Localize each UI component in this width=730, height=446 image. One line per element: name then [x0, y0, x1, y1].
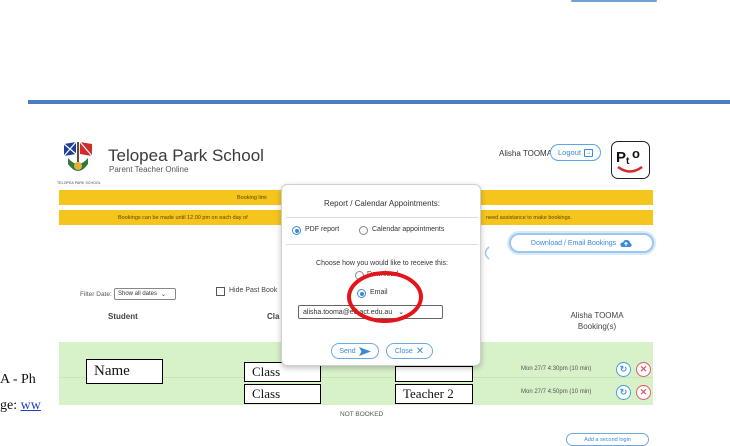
document-link[interactable]: ww — [21, 398, 41, 413]
document-divider — [28, 100, 730, 104]
column-header-class: Cla — [267, 312, 280, 321]
name-label-box: Name — [86, 359, 163, 384]
svg-text:P: P — [616, 149, 626, 166]
calendar-appointments-radio[interactable] — [359, 226, 368, 235]
logout-button[interactable]: Logout → — [550, 144, 601, 161]
filter-date-label: Filter Date: — [80, 291, 112, 298]
modal-divider — [286, 244, 478, 245]
add-second-login-button[interactable]: Add a second login — [566, 433, 649, 446]
pdf-report-radio[interactable] — [292, 226, 301, 235]
school-subtitle: Parent Teacher Online — [109, 165, 189, 174]
pdf-report-label[interactable]: PDF report — [305, 226, 339, 233]
hide-past-label: Hide Past Book — [229, 287, 278, 294]
pto-logo-glyph: P t o — [616, 146, 643, 173]
download-email-bookings-button[interactable]: Download / Email Bookings — [509, 233, 654, 253]
send-button[interactable]: Send — [331, 343, 379, 359]
svg-text:o: o — [632, 146, 640, 161]
column-header-student: Student — [108, 312, 138, 321]
chevron-down-icon: ⌄ — [161, 291, 167, 298]
modal-divider — [286, 217, 478, 218]
close-icon: ✕ — [639, 387, 648, 397]
pto-app-logo: P t o — [611, 141, 650, 179]
logout-icon: → — [583, 148, 593, 157]
refresh-icon: ↻ — [619, 364, 628, 374]
teacher-label-box: Teacher 2 — [395, 384, 473, 404]
document-text-line-1: A - Ph — [0, 372, 36, 387]
not-booked-label: NOT BOOKED — [340, 411, 384, 418]
delivery-method-prompt: Choose how you would like to receive thi… — [316, 260, 448, 267]
send-arrow-icon — [358, 346, 371, 356]
close-button[interactable]: Close ✕ — [386, 343, 433, 359]
top-box-edge — [571, 0, 657, 2]
booking-info-right: need assistance to make bookings. — [486, 214, 572, 221]
close-label: Close — [394, 347, 413, 355]
filter-date-select[interactable]: Show all dates ⌄ — [114, 288, 176, 300]
school-crest-logo — [63, 141, 93, 171]
download-email-label: Download / Email Bookings — [530, 239, 617, 247]
booking-slot-time: Mon 27/7 4:30pm (10 min) — [521, 366, 592, 372]
cancel-booking-button[interactable]: ✕ — [636, 385, 651, 400]
school-name: Telopea Park School — [108, 146, 264, 165]
document-text-line-2: ge: ww — [0, 398, 41, 414]
highlight-circle-annotation — [347, 271, 423, 323]
modal-title: Report / Calendar Appointments: — [323, 199, 441, 208]
logo-caption: TELOPEA PARK SCHOOL — [57, 181, 101, 185]
svg-text:t: t — [626, 156, 630, 167]
user-name: Alisha TOOMA — [499, 149, 553, 158]
swap-booking-button[interactable]: ↻ — [616, 385, 631, 400]
close-x-icon: ✕ — [415, 345, 425, 357]
refresh-icon: ↻ — [619, 387, 628, 397]
hide-past-checkbox[interactable] — [216, 287, 225, 296]
logout-label: Logout — [558, 148, 581, 157]
booking-limit-text: Booking limi — [237, 194, 267, 201]
column-header-teacher-name: Alisha TOOMA — [570, 311, 624, 320]
class-label-box: Class — [244, 384, 321, 404]
send-label: Send — [339, 347, 356, 355]
filter-date-value: Show all dates — [118, 291, 158, 297]
booking-slot-time: Mon 27/7 4:50pm (10 min) — [521, 389, 592, 395]
calendar-appointments-label[interactable]: Calendar appointments — [372, 226, 444, 233]
document-text-prefix: ge: — [0, 398, 21, 413]
cloud-upload-icon — [620, 239, 632, 247]
cancel-booking-button[interactable]: ✕ — [636, 362, 651, 377]
booking-info-left: Bookings can be made until 12.00 pm on e… — [118, 214, 248, 221]
close-icon: ✕ — [639, 364, 648, 374]
column-header-teacher-bookings: Booking(s) — [577, 322, 617, 331]
teacher-label-box — [395, 366, 473, 382]
refresh-arc-icon — [484, 246, 490, 260]
swap-booking-button[interactable]: ↻ — [616, 362, 631, 377]
